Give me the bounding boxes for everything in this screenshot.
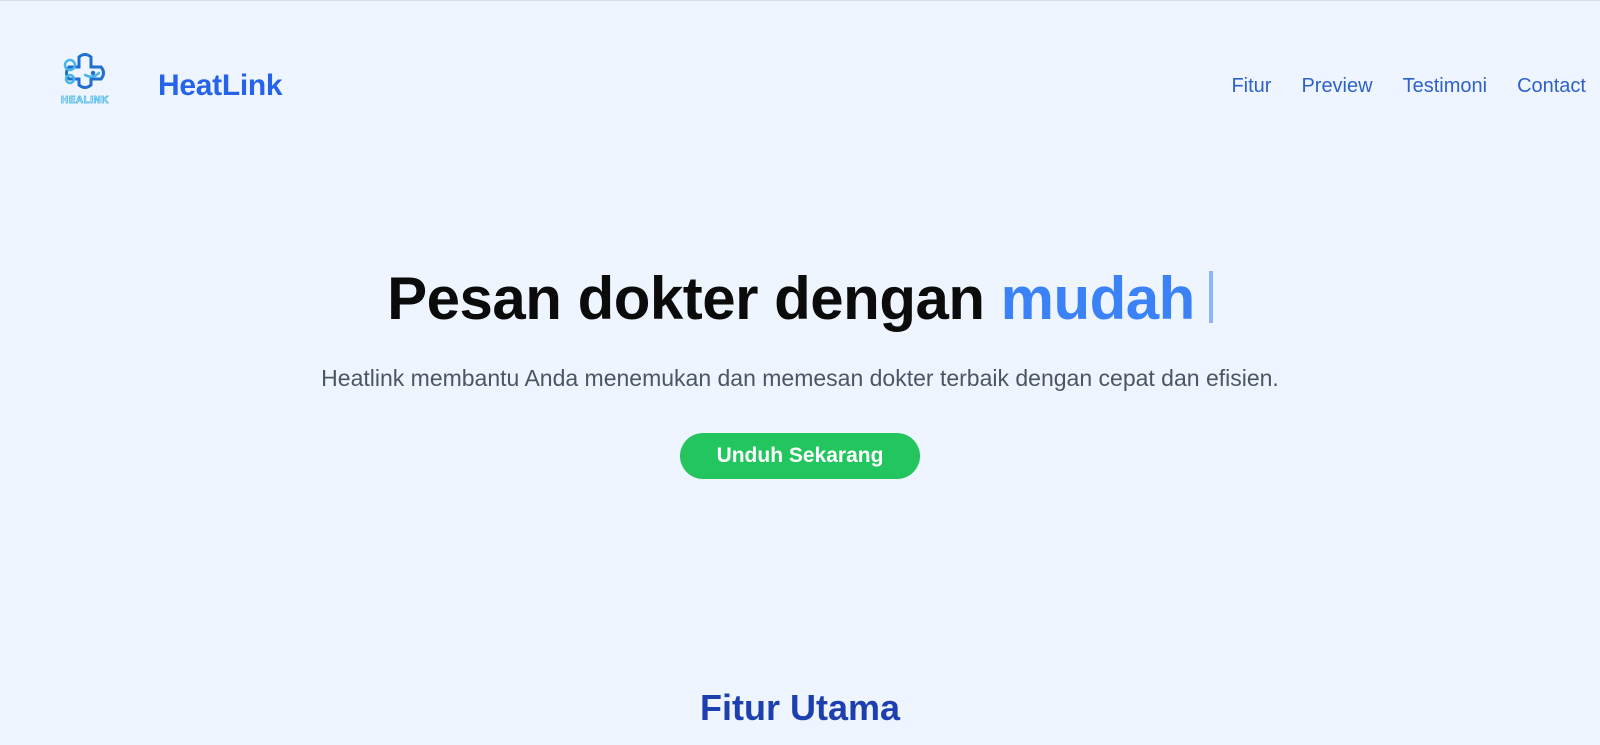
- page: HEALINK HeatLink Fitur Preview Testimoni…: [0, 0, 1600, 745]
- nav-link-preview[interactable]: Preview: [1301, 75, 1372, 98]
- hero-title-main: Pesan dokter dengan: [387, 265, 985, 332]
- features-section-title: Fitur Utama: [699, 687, 901, 728]
- nav-link-fitur[interactable]: Fitur: [1231, 75, 1271, 98]
- brand-name[interactable]: HeatLink: [158, 69, 283, 103]
- nav-link-contact[interactable]: Contact: [1517, 75, 1586, 98]
- site-header: HEALINK HeatLink Fitur Preview Testimoni…: [0, 1, 1600, 171]
- hero-subtitle: Heatlink membantu Anda menemukan dan mem…: [321, 365, 1279, 391]
- download-button[interactable]: Unduh Sekarang: [680, 433, 920, 479]
- nav-link-testimoni[interactable]: Testimoni: [1403, 75, 1487, 98]
- hero-title: Pesan dokter dengan mudah: [0, 263, 1600, 335]
- hero-title-accent: mudah: [1000, 265, 1196, 332]
- hero-section: Pesan dokter dengan mudah Heatlink memba…: [0, 263, 1600, 479]
- main-nav: Fitur Preview Testimoni Contact: [1231, 75, 1586, 98]
- healink-logo-icon[interactable]: HEALINK: [55, 51, 115, 107]
- svg-text:HEALINK: HEALINK: [61, 95, 109, 106]
- typing-cursor: [1208, 271, 1213, 323]
